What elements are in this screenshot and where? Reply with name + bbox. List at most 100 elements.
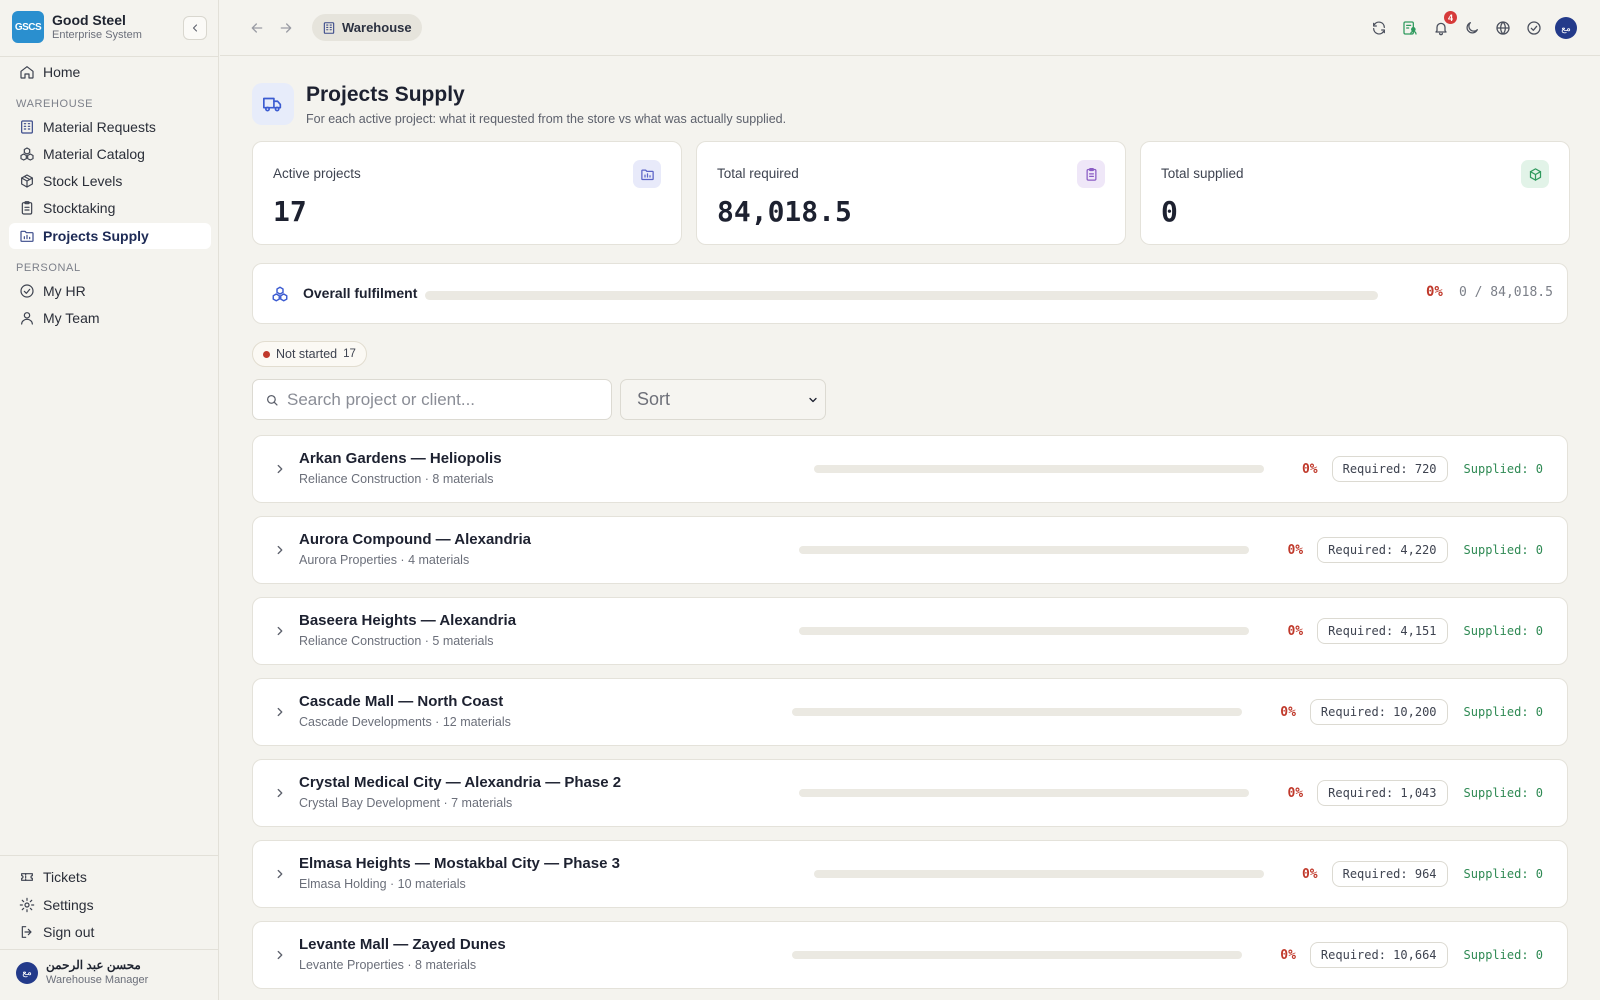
required-badge: Required: 964	[1331, 861, 1448, 887]
forward-button[interactable]	[275, 17, 297, 39]
spreadsheet-button[interactable]	[1399, 17, 1421, 39]
collapse-sidebar-button[interactable]	[183, 16, 207, 40]
sort-select[interactable]: Sort	[620, 379, 826, 420]
building-icon	[21, 120, 33, 134]
project-progress-bar	[813, 465, 1264, 473]
sidebar-item-label: Projects Supply	[43, 228, 149, 244]
breadcrumb[interactable]: Warehouse	[312, 14, 422, 41]
overall-label: Overall fulfilment	[303, 285, 418, 301]
expand-row-button[interactable]	[273, 948, 287, 965]
sidebar-item-home[interactable]: Home	[9, 59, 211, 85]
supplied-value: Supplied: 0	[1463, 624, 1543, 638]
project-meta: Elmasa Holding · 10 materials	[299, 877, 466, 891]
truck-icon	[252, 83, 294, 125]
sidebar-item-label: Sign out	[43, 924, 95, 940]
search-input[interactable]	[287, 389, 587, 410]
clipboard-icon	[1077, 160, 1105, 188]
project-percent: 0%	[1280, 947, 1296, 963]
theme-toggle-button[interactable]	[1461, 17, 1483, 39]
chevron-right-icon	[277, 707, 283, 717]
notifications-button[interactable]: 4	[1430, 11, 1457, 39]
project-row[interactable]: Levante Mall — Zayed Dunes Levante Proper…	[252, 921, 1568, 989]
project-percent: 0%	[1287, 785, 1304, 801]
notification-badge: 4	[1444, 11, 1457, 24]
chevron-down-icon	[809, 397, 817, 402]
sidebar-item-material-catalog[interactable]: Material Catalog	[9, 141, 211, 167]
avatar[interactable]: مع	[1555, 17, 1577, 39]
avatar: مع	[16, 961, 38, 984]
expand-row-button[interactable]	[273, 786, 287, 803]
chevron-right-icon	[277, 950, 283, 960]
user-icon	[21, 312, 33, 325]
refresh-button[interactable]	[1368, 17, 1390, 39]
project-name: Aurora Compound — Alexandria	[299, 531, 531, 548]
supplied-value: Supplied: 0	[1463, 786, 1543, 800]
project-name: Cascade Mall — North Coast	[299, 693, 504, 710]
sidebar-divider	[0, 949, 219, 950]
project-meta: Crystal Bay Development · 7 materials	[299, 796, 513, 810]
brand-subtitle: Enterprise System	[52, 29, 142, 41]
check-circle-icon	[20, 284, 34, 298]
sidebar-item-sign-out[interactable]: Sign out	[9, 919, 211, 945]
chevron-right-icon	[277, 626, 283, 636]
sidebar-item-label: My Team	[43, 310, 100, 326]
language-button[interactable]	[1492, 17, 1514, 39]
required-badge: Required: 4,151	[1317, 618, 1448, 644]
project-meta: Reliance Construction · 8 materials	[299, 472, 494, 486]
sidebar-item-settings[interactable]: Settings	[9, 892, 211, 918]
stat-value: 84,018.5	[717, 195, 852, 228]
project-percent: 0%	[1287, 542, 1304, 558]
project-row[interactable]: Arkan Gardens — Heliopolis Reliance Const…	[252, 435, 1568, 503]
project-progress-bar	[799, 546, 1250, 554]
brand[interactable]: GSCS Good Steel Enterprise System	[12, 11, 142, 43]
folder-chart-icon	[633, 160, 661, 188]
sidebar-item-tickets[interactable]: Tickets	[9, 864, 211, 890]
project-progress-bar	[792, 708, 1243, 716]
project-row[interactable]: Cascade Mall — North Coast Cascade Develo…	[252, 678, 1568, 746]
required-badge: Required: 1,043	[1317, 780, 1448, 806]
project-name: Crystal Medical City — Alexandria — Phas…	[299, 774, 622, 791]
project-name: Levante Mall — Zayed Dunes	[299, 936, 506, 953]
sidebar-item-material-requests[interactable]: Material Requests	[9, 114, 211, 140]
project-meta: Aurora Properties · 4 materials	[299, 553, 470, 567]
overall-fulfilment: Overall fulfilment 0% 0 / 84,018.5	[252, 263, 1568, 324]
overall-progress-bar	[425, 291, 1378, 300]
sidebar-item-projects-supply[interactable]: Projects Supply	[9, 223, 211, 249]
project-name: Elmasa Heights — Mostakbal City — Phase …	[299, 855, 620, 872]
project-row[interactable]: Crystal Medical City — Alexandria — Phas…	[252, 759, 1568, 827]
sidebar-item-label: My HR	[43, 283, 86, 299]
expand-row-button[interactable]	[273, 543, 287, 560]
arrow-left-icon	[251, 23, 263, 33]
back-button[interactable]	[246, 17, 268, 39]
sidebar-item-my-team[interactable]: My Team	[9, 305, 211, 331]
filter-label: Not started	[276, 347, 338, 361]
gear-icon	[19, 897, 35, 913]
sidebar-item-stocktaking[interactable]: Stocktaking	[9, 195, 211, 221]
stat-card-active-projects: Active projects 17	[252, 141, 682, 245]
sidebar-item-label: Home	[43, 64, 81, 80]
status-filter-not-started[interactable]: Not started 17	[252, 341, 367, 367]
expand-row-button[interactable]	[273, 705, 287, 722]
project-row[interactable]: Baseera Heights — Alexandria Reliance Con…	[252, 597, 1568, 665]
project-progress-bar	[792, 951, 1243, 959]
topbar: Warehouse 4 مع	[220, 0, 1600, 56]
project-row[interactable]: Aurora Compound — Alexandria Aurora Prope…	[252, 516, 1568, 584]
expand-row-button[interactable]	[273, 462, 287, 479]
sidebar-item-label: Material Requests	[43, 119, 156, 135]
sidebar-item-stock-levels[interactable]: Stock Levels	[9, 168, 211, 194]
chevron-right-icon	[277, 869, 283, 879]
search-box[interactable]	[252, 379, 612, 420]
expand-row-button[interactable]	[273, 867, 287, 884]
project-name: Baseera Heights — Alexandria	[299, 612, 517, 629]
sidebar-item-label: Tickets	[43, 869, 87, 885]
sidebar-divider	[0, 56, 219, 57]
sidebar-item-my-hr[interactable]: My HR	[9, 278, 211, 304]
breadcrumb-label: Warehouse	[342, 20, 412, 35]
status-button[interactable]	[1523, 17, 1545, 39]
supplied-value: Supplied: 0	[1463, 948, 1543, 962]
project-row[interactable]: Elmasa Heights — Mostakbal City — Phase …	[252, 840, 1568, 908]
section-warehouse: WAREHOUSE	[16, 98, 94, 110]
ticket-icon	[21, 873, 33, 881]
expand-row-button[interactable]	[273, 624, 287, 641]
user-profile[interactable]: مع محسن عبد الرحمن Warehouse Manager	[16, 958, 148, 987]
